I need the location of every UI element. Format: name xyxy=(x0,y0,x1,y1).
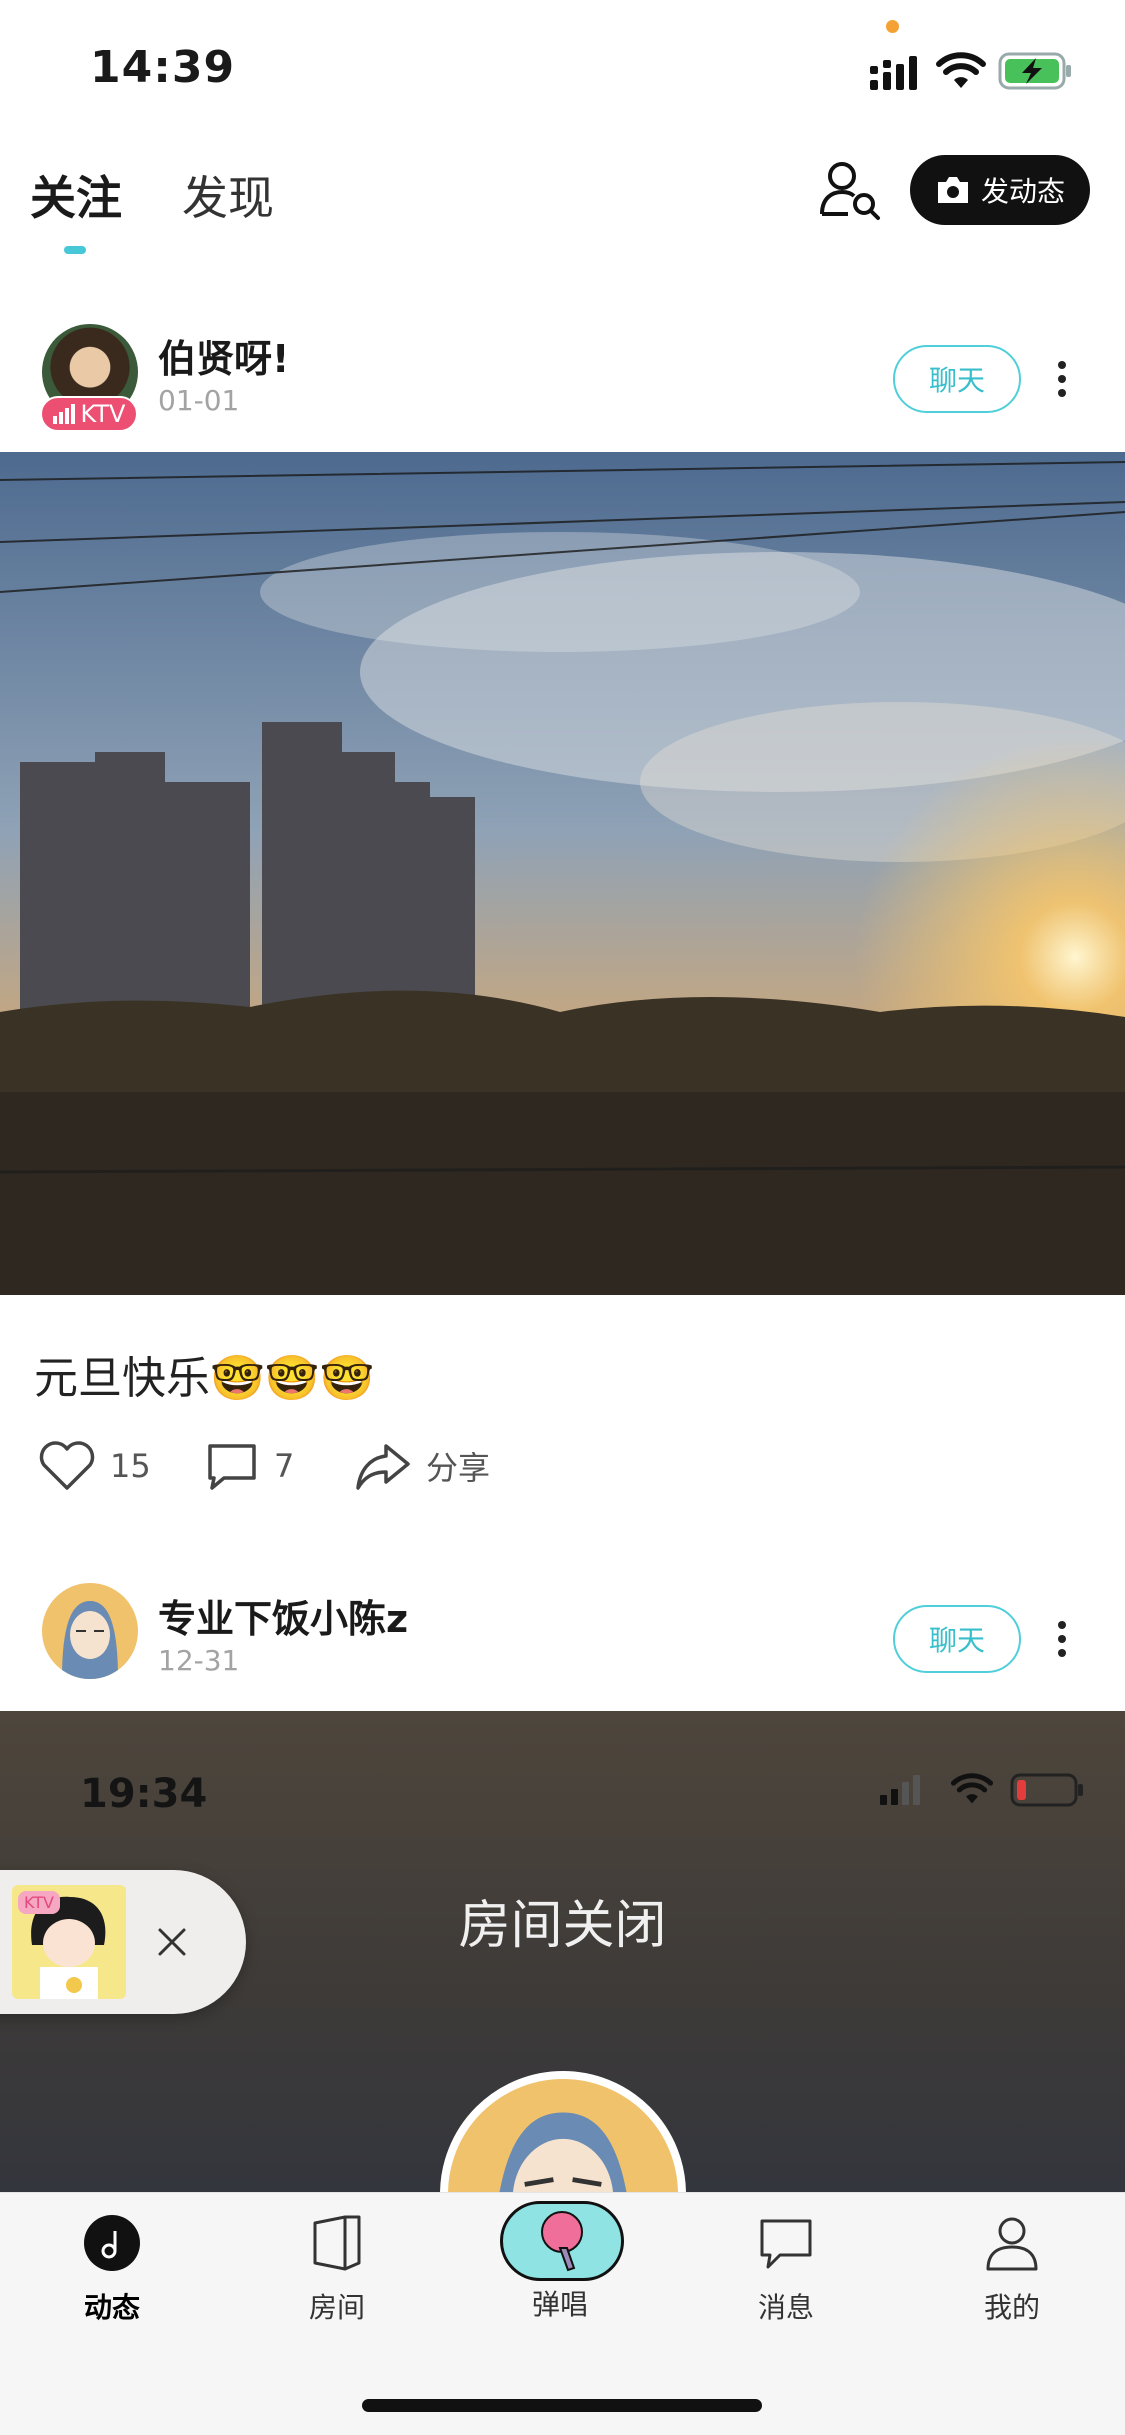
share-label: 分享 xyxy=(426,1449,491,1487)
share-icon xyxy=(356,1444,410,1490)
like-count: 15 xyxy=(110,1447,151,1485)
battery-charging-icon xyxy=(998,52,1071,90)
post-photo-sunset[interactable] xyxy=(0,452,1125,1295)
comment-count: 7 xyxy=(274,1447,295,1485)
status-bar: 14:39 xyxy=(0,0,1125,140)
room-icon xyxy=(313,2215,361,2271)
nav-item-moments[interactable]: 动态 xyxy=(52,2213,172,2326)
screenshot-wifi-icon xyxy=(950,1773,994,1804)
avatar[interactable] xyxy=(42,1583,138,1679)
screenshot-time: 19:34 xyxy=(80,1771,208,1817)
nav-label: 动态 xyxy=(83,2291,140,2324)
more-options-icon[interactable] xyxy=(1056,1617,1068,1661)
share-button[interactable]: 分享 xyxy=(354,1440,490,1492)
host-cartoon xyxy=(499,2112,627,2192)
ktv-badge-label: KTV xyxy=(80,400,126,428)
more-options-icon[interactable] xyxy=(1056,357,1068,401)
tab-discover[interactable]: 发现 xyxy=(182,162,274,228)
signal-icon xyxy=(870,56,917,90)
microphone-icon xyxy=(500,2201,624,2281)
post-moment-label: 发动态 xyxy=(980,175,1065,208)
privacy-indicator-dot xyxy=(886,20,899,33)
username[interactable]: 专业下饭小陈z xyxy=(158,1588,408,1643)
nav-item-sing[interactable]: 弹唱 xyxy=(500,2201,624,2323)
post-moment-button[interactable]: 发动态 xyxy=(910,155,1090,225)
nav-item-messages[interactable]: 消息 xyxy=(726,2213,846,2326)
screenshot-battery-low-icon xyxy=(1010,1773,1083,1807)
username[interactable]: 伯贤呀! xyxy=(158,328,289,383)
music-note-icon xyxy=(84,2215,140,2271)
comment-button[interactable]: 7 xyxy=(204,1440,294,1492)
cartoon-avatar xyxy=(62,1601,118,1679)
message-icon xyxy=(760,2219,812,2269)
ktv-room-thumbnail[interactable]: KTV xyxy=(12,1885,126,1999)
status-time: 14:39 xyxy=(90,42,236,93)
post-date: 01-01 xyxy=(158,384,240,417)
live-bars-icon xyxy=(52,404,75,424)
nav-item-rooms[interactable]: 房间 xyxy=(277,2213,397,2326)
heart-icon xyxy=(39,1441,95,1490)
camera-icon xyxy=(937,177,968,203)
ktv-thumbnail-badge: KTV xyxy=(18,1891,60,1914)
nav-label: 房间 xyxy=(308,2291,365,2324)
active-tab-indicator xyxy=(64,246,86,254)
like-button[interactable]: 15 xyxy=(38,1440,151,1492)
nav-label: 弹唱 xyxy=(531,2288,588,2321)
sunset-photo xyxy=(0,452,1125,1295)
post-caption: 元旦快乐🤓🤓🤓 xyxy=(34,1353,375,1404)
screenshot-signal-icon xyxy=(880,1775,920,1805)
find-friend-icon[interactable] xyxy=(818,158,882,222)
ktv-live-badge[interactable]: KTV xyxy=(40,396,138,432)
nav-label: 我的 xyxy=(983,2291,1040,2324)
profile-icon xyxy=(986,2217,1038,2271)
chat-button[interactable]: 聊天 xyxy=(893,1605,1021,1673)
feed-header: 关注 发现 发动态 xyxy=(0,140,1125,270)
floating-ktv-player[interactable]: KTV xyxy=(0,1870,246,2014)
nav-label: 消息 xyxy=(757,2291,814,2324)
tab-following[interactable]: 关注 xyxy=(30,162,122,228)
room-host-avatar xyxy=(440,2071,686,2192)
close-icon[interactable] xyxy=(156,1926,188,1958)
nav-item-me[interactable]: 我的 xyxy=(952,2213,1072,2326)
wifi-icon xyxy=(936,52,986,88)
comment-icon xyxy=(208,1444,256,1490)
post-date: 12-31 xyxy=(158,1644,240,1677)
chat-button[interactable]: 聊天 xyxy=(893,345,1021,413)
home-indicator[interactable] xyxy=(362,2399,762,2412)
